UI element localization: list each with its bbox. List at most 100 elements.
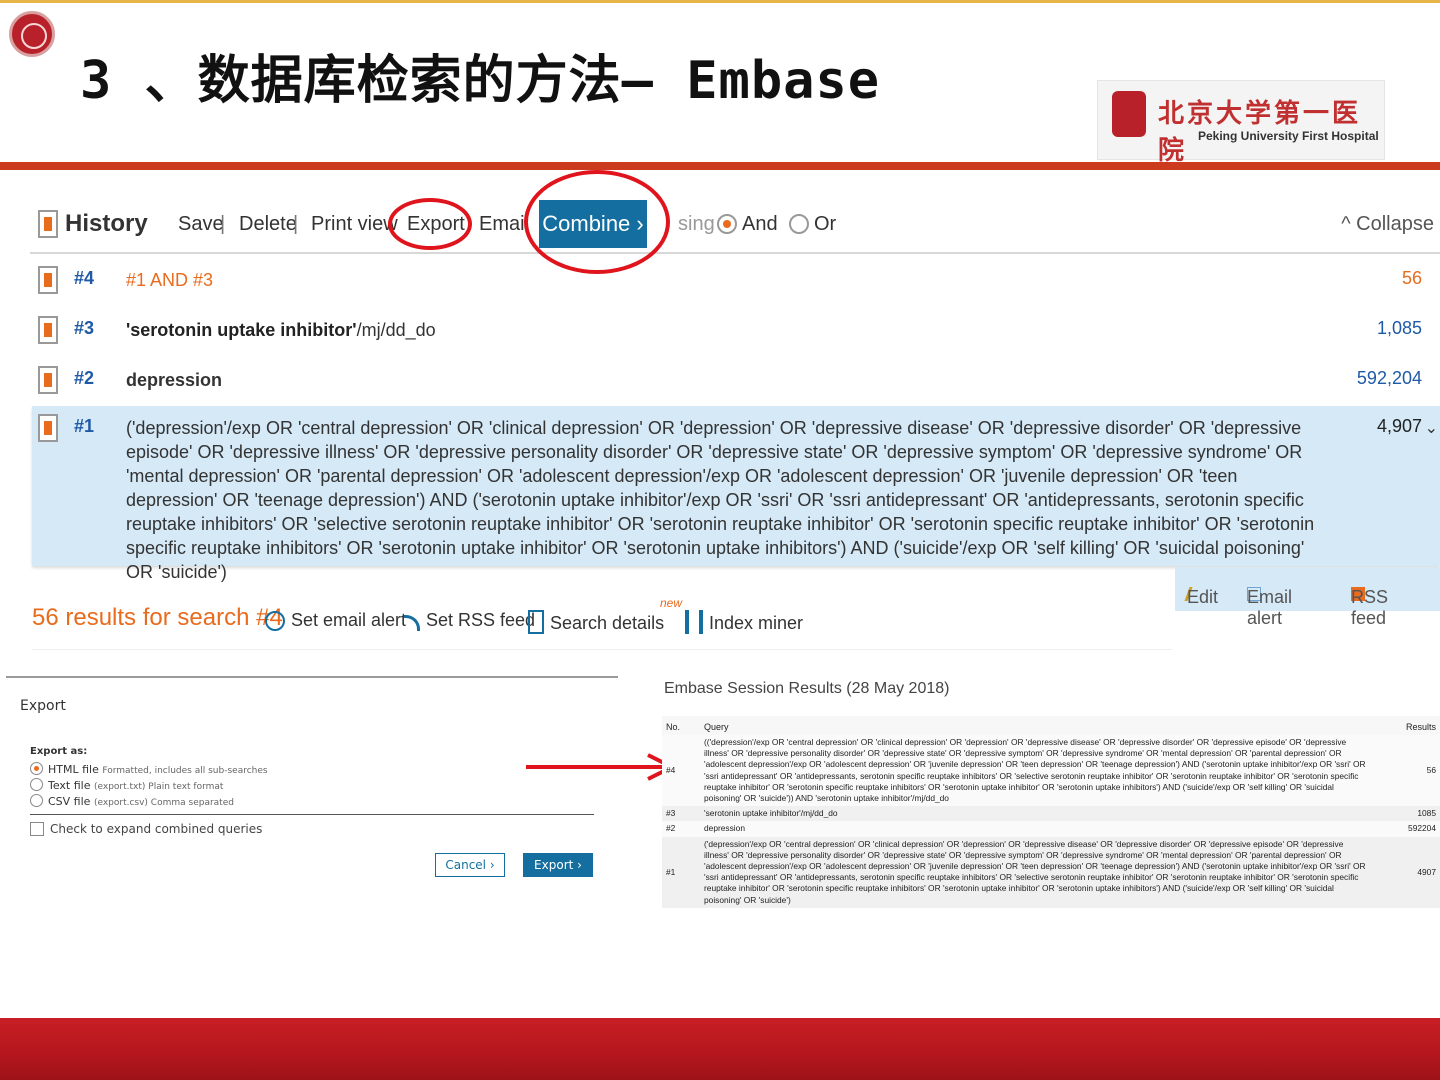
row-id: #1 [74,416,95,436]
history-toolbar: History Save | Delete | Print view Expor… [30,196,1440,254]
or-label: Or [814,213,837,235]
combine-using-label: sing [678,213,715,235]
row-count[interactable]: 592,204 [1357,368,1422,389]
row-no: #1 [662,836,700,908]
results-count: 56 results for search #4 [32,604,283,631]
html-radio[interactable] [30,762,43,775]
row-results: 4907 [1370,836,1440,908]
row-no: #4 [662,735,700,807]
row-checkbox[interactable] [38,266,58,294]
expand-combined-checkbox[interactable]: Check to expand combined queries [30,822,262,836]
option-desc: Formatted, includes all sub-searches [102,766,268,776]
document-icon [528,610,544,634]
row-query[interactable]: depression [126,370,222,391]
row-checkbox[interactable] [38,316,58,344]
slide-footer-band [0,1018,1440,1080]
set-email-alert-link[interactable]: Set email alert [265,610,406,631]
rss-feed-label: RSS feed [1351,587,1389,628]
toolbar-separator: | [220,213,226,235]
set-rss-feed-label: Set RSS feed [426,610,536,630]
col-no-header: No. [662,716,700,735]
save-button[interactable]: Save [178,213,224,236]
table-row: #4 (('depression'/exp OR 'central depres… [662,735,1440,807]
row-query: depression [700,821,1370,837]
row-query: (('depression'/exp OR 'central depressio… [700,735,1370,807]
history-row[interactable]: #3 'serotonin uptake inhibitor'/mj/dd_do… [32,308,1440,352]
hospital-name-en: Peking University First Hospital [1198,129,1379,143]
email-button[interactable]: Email [479,213,529,236]
table-row: #3 'serotonin uptake inhibitor'/mj/dd_do… [662,806,1440,822]
row-query[interactable]: #1 AND #3 [126,270,213,291]
expand-combined-label: Check to expand combined queries [50,822,263,836]
print-view-button[interactable]: Print view [311,213,398,236]
history-row-selected[interactable]: #1 ('depression'/exp OR 'central depress… [32,406,1440,582]
chevron-down-icon[interactable]: ⌄ [1425,418,1438,438]
export-dialog-title: Export [20,698,66,714]
text-radio[interactable] [30,778,43,791]
row-query-subheading: /mj/dd_do [356,320,436,340]
col-query-header: Query [700,716,1370,735]
history-row[interactable]: #4 #1 AND #3 56 [32,258,1440,302]
and-radio[interactable] [717,214,737,234]
option-desc: (export.txt) Plain text format [94,782,224,792]
delete-button[interactable]: Delete [239,213,297,236]
hospital-logo: 北京大学第一医院 Peking University First Hospita… [1097,80,1385,166]
table-header-row: No. Query Results [662,716,1440,735]
header-divider [0,162,1440,170]
university-seal-logo [9,11,55,57]
export-highlight-circle [388,198,472,250]
row-query: ('depression'/exp OR 'central depression… [700,836,1370,908]
set-rss-feed-link[interactable]: Set RSS feed [404,610,535,631]
collapse-button[interactable]: ^ Collapse [1341,213,1434,236]
set-email-alert-label: Set email alert [291,610,407,630]
row-count[interactable]: 1,085 [1377,318,1422,339]
row-query[interactable]: 'serotonin uptake inhibitor'/mj/dd_do [126,320,436,341]
index-miner-link[interactable]: Index miner [685,610,803,634]
export-confirm-button[interactable]: Export › [523,853,593,877]
red-arrow-icon [526,753,676,781]
export-option-csv[interactable]: CSV file (export.csv) Comma separated [30,794,234,808]
row-results: 56 [1370,735,1440,807]
export-option-text[interactable]: Text file (export.txt) Plain text format [30,778,223,792]
slide-title: 3 、数据库检索的方法— Embase [80,51,881,111]
row-query[interactable]: ('depression'/exp OR 'central depression… [126,416,1331,584]
row-count[interactable]: 56 [1402,268,1422,289]
row-no: #2 [662,821,700,837]
csv-radio[interactable] [30,794,43,807]
search-details-link[interactable]: Search details [528,610,664,634]
row-count[interactable]: 4,907 [1377,416,1422,437]
row-results: 1085 [1370,806,1440,822]
option-label: Text file [48,779,91,792]
option-label: CSV file [48,795,91,808]
row-checkbox[interactable] [38,366,58,394]
table-row: #1 ('depression'/exp OR 'central depress… [662,836,1440,908]
row-id: #3 [74,318,95,338]
top-accent-line [0,0,1440,3]
row-query-term: 'serotonin uptake inhibitor' [126,320,357,340]
results-bar: 56 results for search #4 Set email alert… [32,596,1172,650]
checkbox-box[interactable] [30,822,44,836]
row-query: 'serotonin uptake inhibitor'/mj/dd_do [700,806,1370,822]
export-option-html[interactable]: HTML file Formatted, includes all sub-se… [30,762,268,776]
alarm-clock-icon [265,611,285,631]
hospital-emblem-icon [1112,91,1146,137]
and-label: And [742,213,778,235]
history-select-all-checkbox[interactable] [38,210,58,238]
row-actions: Edit Email alert RSS feed [1175,567,1440,628]
new-badge: new [660,596,683,610]
table-row: #2 depression 592204 [662,821,1440,837]
email-alert-label: Email alert [1247,587,1293,628]
cancel-button[interactable]: Cancel › [435,853,505,877]
history-title: History [65,210,148,237]
or-radio[interactable] [789,214,809,234]
col-results-header: Results [1370,716,1440,735]
search-details-label: Search details [550,613,665,633]
rss-icon [404,615,420,631]
option-desc: (export.csv) Comma separated [93,798,234,808]
session-results: Embase Session Results (28 May 2018) No.… [662,676,1440,952]
history-row[interactable]: #2 depression 592,204 [32,358,1440,402]
row-id: #2 [74,368,95,388]
toolbar-separator: | [293,213,299,235]
row-no: #3 [662,806,700,822]
row-checkbox[interactable] [38,414,58,442]
